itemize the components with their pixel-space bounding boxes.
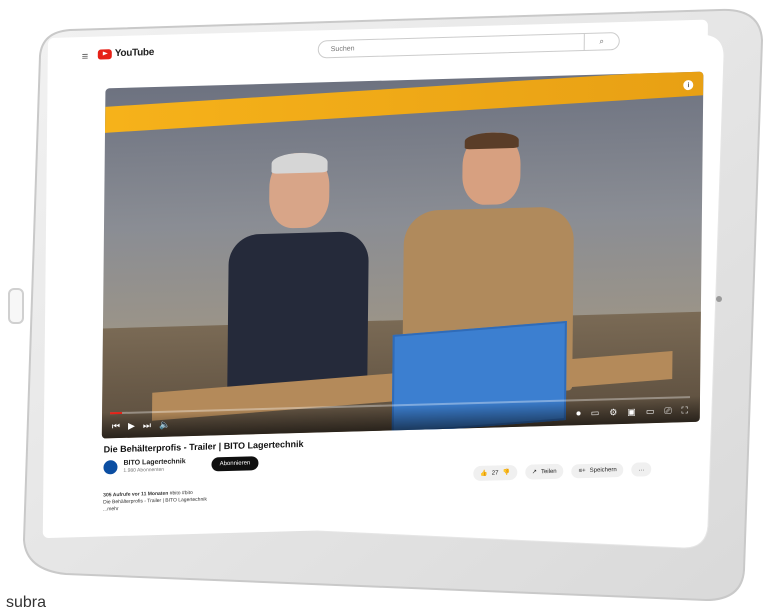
play-icon[interactable]: ▶ xyxy=(128,421,135,432)
like-count: 27 xyxy=(491,469,499,477)
player-left-controls: ⏮ ▶ ⏭ 🔈 xyxy=(112,420,170,433)
person-right-hair xyxy=(464,131,519,150)
hamburger-menu-icon[interactable]: ≡ xyxy=(82,51,89,63)
watermark-text: subra xyxy=(6,594,47,611)
youtube-logo-text: YouTube xyxy=(114,47,155,60)
tablet-home-button xyxy=(8,288,24,324)
subscribe-button[interactable]: Abonnieren xyxy=(211,456,259,472)
share-button[interactable]: ↗ Teilen xyxy=(524,463,564,480)
description-tags: #bito #bito xyxy=(169,489,193,497)
youtube-play-icon xyxy=(97,48,112,60)
youtube-logo[interactable]: YouTube xyxy=(97,47,155,60)
save-label: Speichern xyxy=(589,466,617,474)
video-crane xyxy=(104,71,704,133)
previous-icon[interactable]: ⏮ xyxy=(112,421,120,432)
channel-subscribers: 1.980 Abonnenten xyxy=(123,466,165,474)
search-button[interactable]: ⌕ xyxy=(583,33,619,51)
save-icon: ≡+ xyxy=(578,467,586,474)
thumbs-down-icon[interactable]: 👎 xyxy=(502,469,510,476)
video-player[interactable]: i ⏮ ▶ ⏭ 🔈 ⏺ ▭ ⚙ ▣ ▭ ⎚ ⛶ xyxy=(101,71,704,439)
save-button[interactable]: ≡+ Speichern xyxy=(571,462,624,478)
share-label: Teilen xyxy=(540,468,557,475)
channel-avatar[interactable] xyxy=(103,460,118,475)
settings-gear-icon[interactable]: ⚙ xyxy=(609,407,617,418)
video-title: Die Behälterprofis - Trailer | BITO Lage… xyxy=(103,438,304,455)
share-icon: ↗ xyxy=(531,469,538,476)
theater-mode-icon[interactable]: ▭ xyxy=(646,406,655,417)
tablet-screen: ≡ YouTube ⌕ xyxy=(42,19,708,539)
search-icon: ⌕ xyxy=(599,36,605,46)
person-left xyxy=(222,151,375,406)
more-actions-button[interactable]: … xyxy=(631,461,652,477)
channel-row: BITO Lagertechnik 1.980 Abonnenten Abonn… xyxy=(103,456,259,475)
description-box[interactable]: 305 Aufrufe vor 11 Monaten #bito #bito D… xyxy=(103,486,323,513)
fullscreen-icon[interactable]: ⛶ xyxy=(682,405,688,416)
cast-icon[interactable]: ⎚ xyxy=(664,406,671,417)
progress-fill xyxy=(110,411,122,415)
next-icon[interactable]: ⏭ xyxy=(143,420,151,431)
subtitles-icon[interactable]: ▭ xyxy=(591,408,600,419)
tablet-camera xyxy=(716,296,722,302)
volume-icon[interactable]: 🔈 xyxy=(159,420,170,431)
person-left-hair xyxy=(271,152,328,174)
miniplayer-icon[interactable]: ▣ xyxy=(627,407,636,418)
autoplay-toggle-icon[interactable]: ⏺ xyxy=(576,408,581,419)
like-button[interactable]: 👍 27 👎 xyxy=(473,464,518,482)
more-icon: … xyxy=(638,465,645,473)
search-bar: ⌕ xyxy=(317,32,620,59)
search-input[interactable] xyxy=(328,37,583,54)
action-bar: 👍 27 👎 ↗ Teilen ≡+ Speichern … xyxy=(473,461,652,482)
channel-info: BITO Lagertechnik 1.980 Abonnenten xyxy=(123,458,185,474)
scene: ≡ YouTube ⌕ xyxy=(0,0,776,614)
thumbs-up-icon: 👍 xyxy=(480,470,488,477)
